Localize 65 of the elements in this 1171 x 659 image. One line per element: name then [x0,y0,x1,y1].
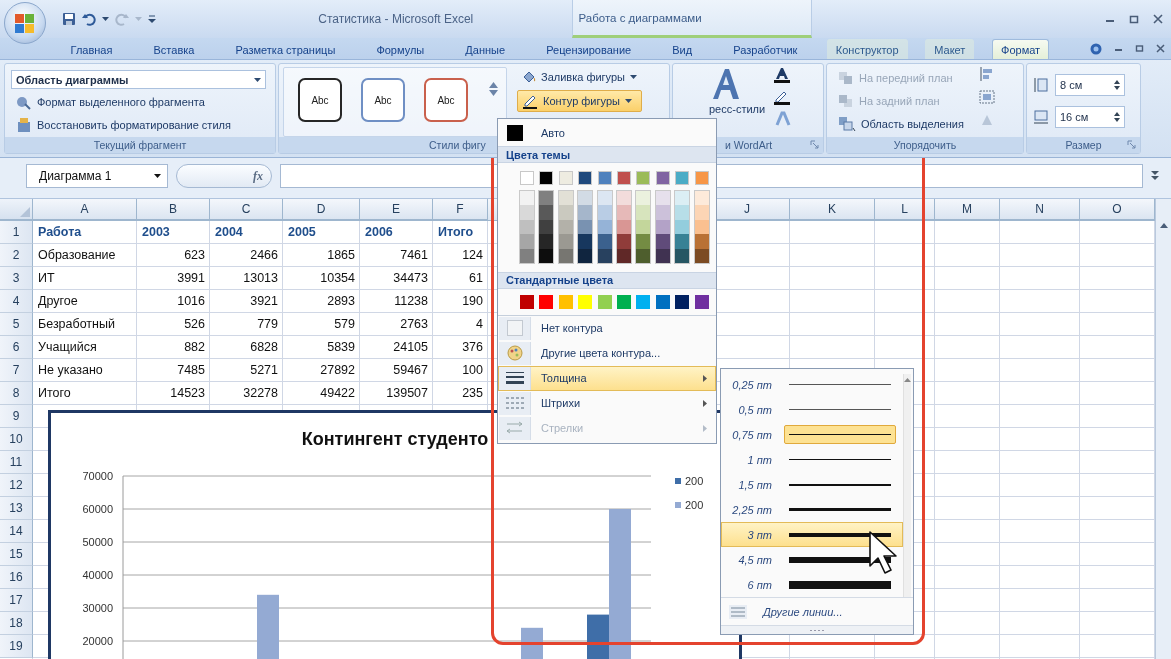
group-label: и WordArt [725,139,773,151]
legend-label: 200 [685,499,704,511]
table-cell-text: 2005 [287,224,317,241]
table-cell-text: 2466 [249,247,279,264]
table-cell-text: 579 [333,316,356,333]
table-cell-text: Работа [37,224,83,241]
table-cell-text: Другое [37,293,79,310]
table-cell-text: 13013 [242,270,279,287]
group-label: Упорядочить [893,139,957,151]
menu-section-header: Цвета темы [506,148,571,161]
group-label: Стили фигу [429,139,486,151]
axis-tick-label: 70000 [82,470,113,482]
table-cell-text: 32278 [242,385,279,402]
axis-tick-label: 40000 [82,569,113,581]
menu-section-header: Стандартные цвета [506,274,614,287]
table-cell-text: 235 [461,385,484,402]
axis-tick-label: 50000 [82,536,113,548]
table-cell-text: 11238 [393,293,429,310]
table-cell-text: 1016 [176,293,206,310]
table-cell-text: 6828 [249,339,279,356]
table-cell-text: 2893 [326,293,356,310]
group-label: Размер [1065,139,1102,151]
table-cell-text: 124 [461,247,484,264]
table-cell-text: 49422 [319,385,356,402]
table-cell-text: 779 [256,316,279,333]
table-cell-text: 27892 [319,362,356,379]
legend-label: 200 [685,475,704,487]
table-cell-text: 2763 [399,316,429,333]
table-cell-text: 10354 [319,270,356,287]
table-cell-text: 5839 [326,339,356,356]
table-cell-text: 190 [461,293,484,310]
axis-tick-label: 30000 [82,602,113,614]
table-cell-text: 7485 [176,362,206,379]
table-cell-text: 59467 [392,362,429,379]
table-cell-text: ИТ [37,270,56,287]
table-cell-text: 1865 [326,247,356,264]
table-cell-text: 2003 [141,224,171,241]
table-cell-text: Безработный [37,316,116,333]
table-cell-text: 882 [183,339,206,356]
table-cell-text: 61 [468,270,484,287]
window-title: Статистика - Microsoft Excel [318,12,474,26]
table-cell-text: Итого [437,224,475,241]
table-cell-text: 5271 [249,362,279,379]
table-cell-text: 34473 [392,270,429,287]
axis-tick-label: 20000 [82,635,113,647]
table-cell-text: 376 [461,339,484,356]
table-cell-text: Итого [37,385,72,402]
table-cell-text: Не указано [37,362,104,379]
table-cell-text: 2004 [214,224,244,241]
group-label: Текущий фрагмент [93,139,187,151]
table-cell-text: 526 [183,316,206,333]
table-cell-text: 14523 [169,385,206,402]
table-cell-text: Учащийся [37,339,98,356]
table-cell-text: 2006 [364,224,394,241]
table-cell-text: 100 [461,362,484,379]
axis-tick-label: 60000 [82,503,113,515]
table-cell-text: 139507 [385,385,429,402]
table-cell-text: 24105 [392,339,429,356]
table-cell-text: 4 [475,316,484,333]
table-cell-text: 3921 [249,293,279,310]
table-cell-text: 623 [183,247,206,264]
table-cell-text: Образование [37,247,117,264]
table-cell-text: 3991 [176,270,206,287]
table-cell-text: 7461 [399,247,429,264]
context-tools-title: Работа с диаграммами [578,11,702,24]
